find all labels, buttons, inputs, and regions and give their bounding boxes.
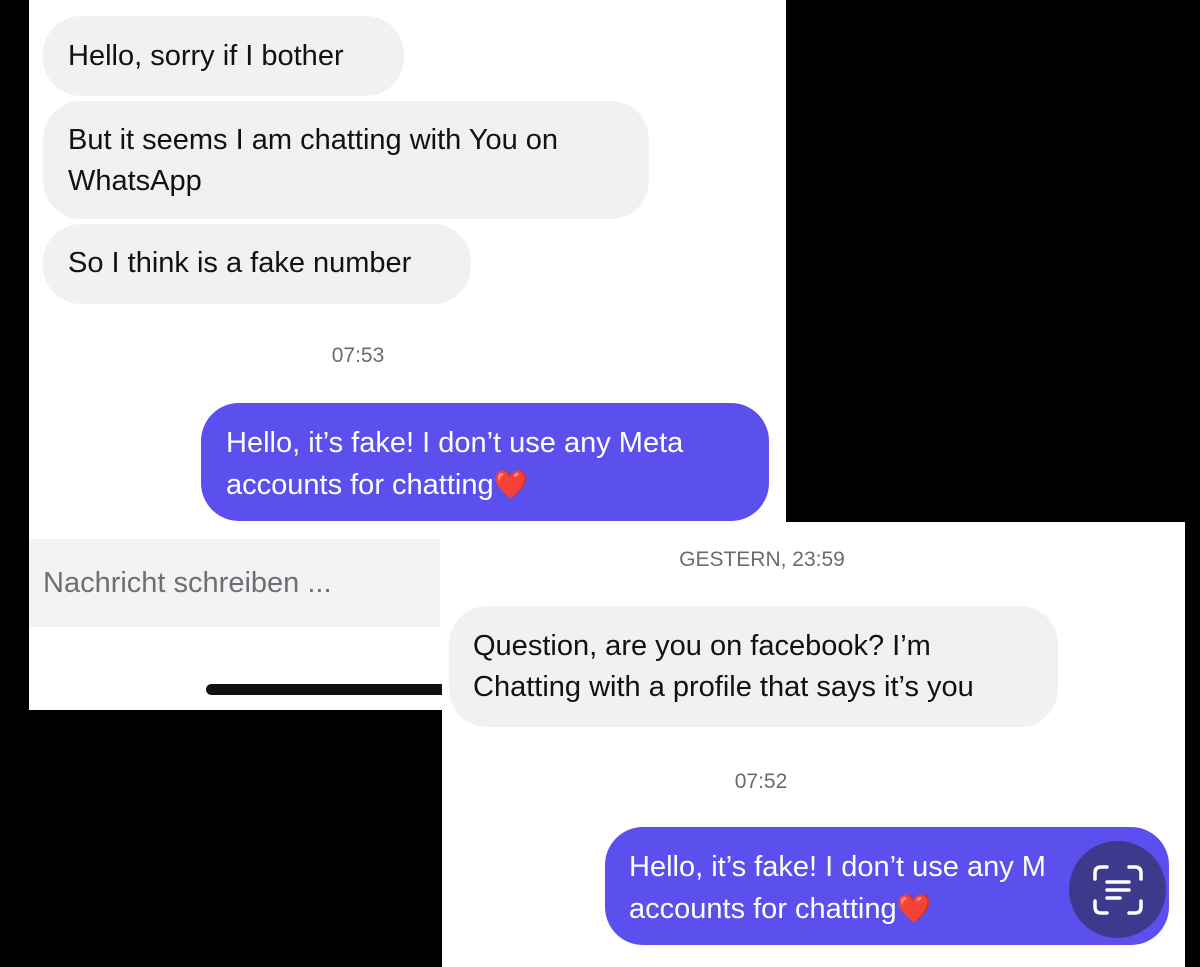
- message-text: But it seems I am chatting with You on: [68, 124, 559, 156]
- heart-emoji: ❤️: [896, 892, 932, 925]
- message-bubble-outgoing: Hello, it’s fake! I don’t use any Meta a…: [201, 403, 769, 521]
- message-timestamp: 07:53: [331, 344, 385, 367]
- text-scan-button[interactable]: [1069, 841, 1166, 938]
- message-bubble-incoming: Question, are you on facebook? I’m Chatt…: [449, 606, 1058, 727]
- message-text: Hello, sorry if I bother: [68, 40, 344, 72]
- message-text: Question, are you on facebook? I’m: [473, 630, 931, 662]
- message-input-placeholder: Nachricht schreiben ...: [43, 567, 332, 599]
- message-text: So I think is a fake number: [68, 247, 412, 279]
- message-bubble-incoming: But it seems I am chatting with You on W…: [43, 101, 649, 219]
- message-input[interactable]: Nachricht schreiben ...: [29, 539, 440, 627]
- chat-screenshot-bottom: GESTERN, 23:59 Question, are you on face…: [442, 522, 1185, 967]
- message-text: accounts for chatting: [629, 893, 897, 925]
- date-header: GESTERN, 23:59: [679, 548, 845, 571]
- message-bubble-incoming: So I think is a fake number: [43, 224, 471, 304]
- home-indicator-bar: [206, 684, 456, 695]
- message-timestamp: 07:52: [734, 770, 788, 793]
- message-text: Hello, it’s fake! I don’t use any Meta: [226, 427, 684, 459]
- message-text: accounts for chatting: [226, 469, 494, 501]
- message-bubble-incoming: Hello, sorry if I bother: [43, 16, 404, 96]
- message-text: Chatting with a profile that says it’s y…: [473, 671, 974, 703]
- heart-emoji: ❤️: [493, 468, 529, 501]
- message-text: WhatsApp: [68, 165, 202, 197]
- text-scan-icon: [1092, 864, 1143, 915]
